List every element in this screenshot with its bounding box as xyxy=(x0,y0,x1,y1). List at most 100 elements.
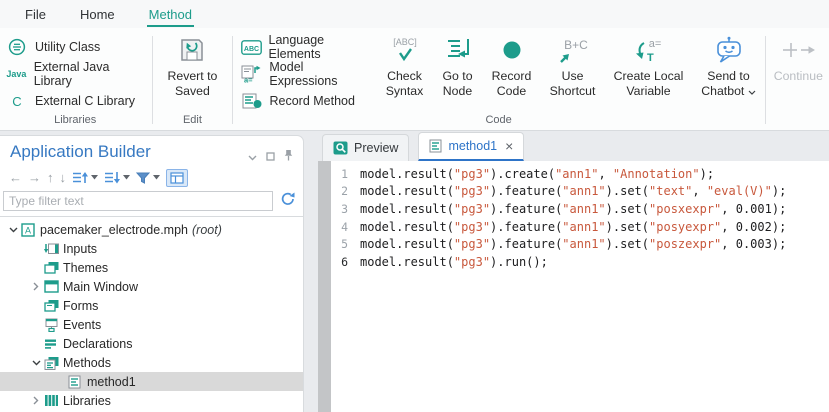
main-window-icon xyxy=(44,280,63,293)
code-string: "pg3" xyxy=(454,255,490,269)
expander-down-icon[interactable] xyxy=(28,360,44,366)
filter-button[interactable] xyxy=(136,172,160,184)
code-line[interactable]: 6model.result("pg3").run(); xyxy=(318,253,829,271)
line-number: 4 xyxy=(318,220,348,234)
tree-item-inputs[interactable]: Inputs xyxy=(0,239,303,258)
revert-to-saved-label: Revert to Saved xyxy=(165,69,219,99)
code-line[interactable]: 4model.result("pg3").feature("ann1").set… xyxy=(318,218,829,236)
go-to-node-button[interactable]: Go to Node xyxy=(437,35,479,111)
language-elements-icon: ABC xyxy=(241,40,262,55)
tab-home[interactable]: Home xyxy=(80,0,115,28)
tree-item-events[interactable]: Events xyxy=(0,315,303,334)
go-to-node-icon xyxy=(445,35,471,65)
tree-item-methods[interactable]: Methods xyxy=(0,353,303,372)
code-text: , 0.001); xyxy=(721,202,786,216)
tree-item-method1[interactable]: method1 xyxy=(0,372,303,391)
up-arrow-icon[interactable]: ↑ xyxy=(47,171,54,184)
c-icon: C xyxy=(6,94,28,109)
create-local-variable-button[interactable]: a=T Create Local Variable xyxy=(609,35,689,111)
record-method-button[interactable]: Record Method xyxy=(235,91,381,111)
close-tab-icon[interactable]: × xyxy=(505,139,513,153)
check-syntax-button[interactable]: [ABC] Check Syntax xyxy=(381,35,429,111)
tree-item-libraries[interactable]: Libraries xyxy=(0,391,303,410)
ribbon-separator xyxy=(232,36,233,124)
line-number: 6 xyxy=(318,255,348,269)
code-text: ).feature( xyxy=(490,184,562,198)
code-text: model.result( xyxy=(360,202,454,216)
move-down-button[interactable] xyxy=(104,171,130,184)
model-expressions-button[interactable]: a= Model Expressions xyxy=(235,64,381,84)
code-line[interactable]: 3model.result("pg3").feature("ann1").set… xyxy=(318,200,829,218)
utility-class-button[interactable]: Utility Class xyxy=(0,37,150,57)
down-arrow-icon[interactable]: ↓ xyxy=(60,171,67,184)
code-string: "eval(V)" xyxy=(707,184,772,198)
tree-item-declarations[interactable]: Declarations xyxy=(0,334,303,353)
record-code-button[interactable]: Record Code xyxy=(487,35,537,111)
tree-item-root[interactable]: A pacemaker_electrode.mph (root) xyxy=(0,220,303,239)
panel-pin-icon[interactable] xyxy=(284,148,293,166)
revert-to-saved-button[interactable]: Revert to Saved xyxy=(162,35,222,99)
back-arrow-icon[interactable]: ← xyxy=(9,171,22,184)
code-line[interactable]: 1model.result("pg3").create("ann1", "Ann… xyxy=(318,165,829,183)
code-editor[interactable]: 1model.result("pg3").create("ann1", "Ann… xyxy=(318,161,829,412)
move-down-icon xyxy=(104,171,120,184)
tab-file[interactable]: File xyxy=(25,0,46,28)
show-windows-toggle[interactable] xyxy=(166,169,188,187)
record-code-label: Record Code xyxy=(490,69,534,99)
send-to-chatbot-button[interactable]: Send to Chatbot xyxy=(697,35,761,111)
code-string: "ann1" xyxy=(562,202,605,216)
move-up-button[interactable] xyxy=(72,171,98,184)
tree-item-label: pacemaker_electrode.mph xyxy=(40,223,188,237)
external-c-library-button[interactable]: C External C Library xyxy=(0,91,150,111)
ribbon-separator xyxy=(152,36,153,124)
tree-item-suffix: (root) xyxy=(192,223,222,237)
themes-icon xyxy=(44,261,63,274)
tree-item-label: Inputs xyxy=(63,242,97,256)
code-string: "Annotation" xyxy=(613,167,700,181)
create-local-variable-icon: a=T xyxy=(632,35,666,65)
external-java-library-button[interactable]: Java External Java Library xyxy=(0,64,150,84)
ribbon: Utility Class Java External Java Library… xyxy=(0,28,829,131)
tree-item-label: Events xyxy=(63,318,101,332)
tree-item-main-window[interactable]: Main Window xyxy=(0,277,303,296)
code-text: ).set( xyxy=(606,202,649,216)
code-text: model.result( xyxy=(360,167,454,181)
check-syntax-label: Check Syntax xyxy=(384,69,426,99)
tree-item-themes[interactable]: Themes xyxy=(0,258,303,277)
menu-bar: File Home Method xyxy=(0,0,829,28)
tab-preview[interactable]: Preview xyxy=(322,134,409,161)
expander-right-icon[interactable] xyxy=(28,396,44,405)
code-text: model.result( xyxy=(360,237,454,251)
chevron-down-icon xyxy=(748,90,756,95)
tree-item-forms[interactable]: Forms xyxy=(0,296,303,315)
methods-icon xyxy=(44,356,63,370)
expander-down-icon[interactable] xyxy=(5,227,21,233)
ribbon-group-edit: Revert to Saved Edit xyxy=(155,28,229,130)
inputs-icon xyxy=(44,242,63,255)
line-number: 5 xyxy=(318,237,348,251)
libraries-icon xyxy=(44,394,63,407)
forward-arrow-icon[interactable]: → xyxy=(28,171,41,184)
tree-item-label: method1 xyxy=(87,375,136,389)
continue-button[interactable]: Continue xyxy=(769,35,827,84)
panel-menu-chevron-icon[interactable] xyxy=(248,148,257,166)
language-elements-button[interactable]: ABC Language Elements xyxy=(235,37,381,57)
code-line[interactable]: 5model.result("pg3").feature("ann1").set… xyxy=(318,235,829,253)
expander-right-icon[interactable] xyxy=(28,282,44,291)
refresh-icon[interactable] xyxy=(280,191,296,211)
use-shortcut-button[interactable]: B+C Use Shortcut xyxy=(545,35,601,111)
code-string: "posxexpr" xyxy=(649,202,721,216)
record-method-icon xyxy=(241,93,263,109)
svg-text:a=: a= xyxy=(244,76,253,84)
code-text: ).set( xyxy=(606,237,649,251)
continue-icon xyxy=(780,35,816,65)
filter-input[interactable] xyxy=(3,191,273,211)
panel-float-icon[interactable] xyxy=(266,148,275,166)
code-string: "pg3" xyxy=(454,184,490,198)
tab-method1[interactable]: method1 × xyxy=(418,132,524,161)
filter-icon xyxy=(136,172,150,184)
tree-item-label: Methods xyxy=(63,356,111,370)
code-line[interactable]: 2model.result("pg3").feature("ann1").set… xyxy=(318,183,829,201)
tab-method[interactable]: Method xyxy=(149,0,192,28)
editor-tab-bar: Preview method1 × xyxy=(311,131,829,161)
